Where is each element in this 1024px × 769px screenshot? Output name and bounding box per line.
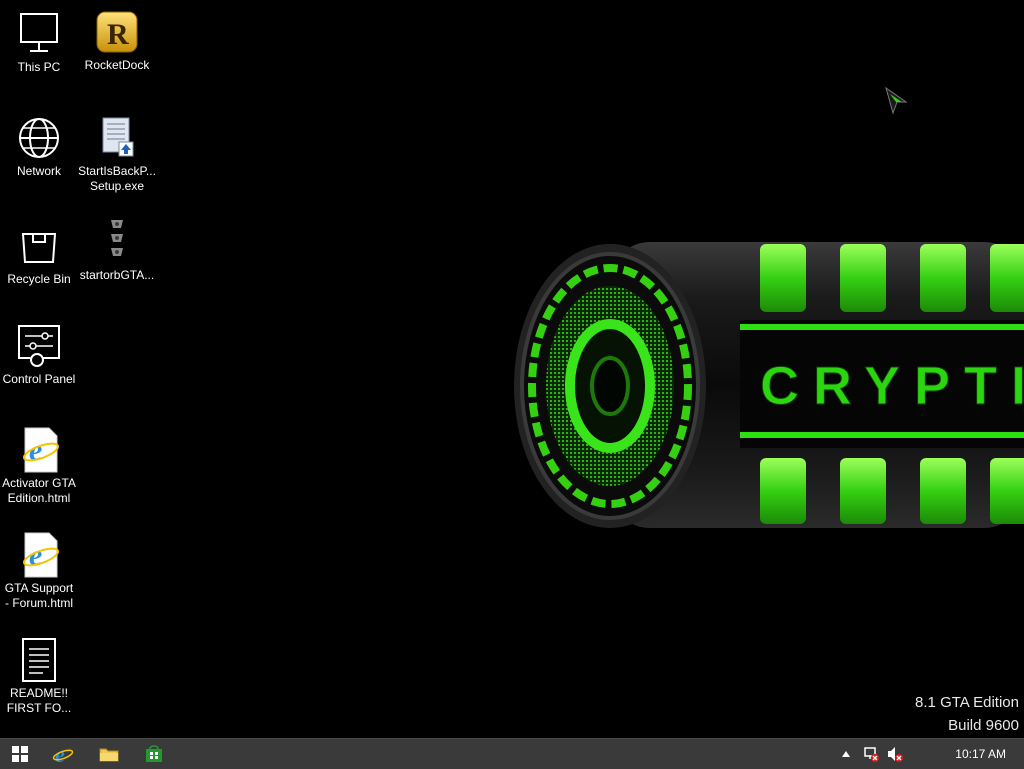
desktop-icon-gta-support-forum[interactable]: e GTA Support - Forum.html <box>0 531 78 611</box>
taskbar-clock[interactable]: 10:17 AM <box>955 739 1006 769</box>
desktop-icon-startisback-setup[interactable]: StartIsBackP... Setup.exe <box>78 114 156 194</box>
edition-watermark: 8.1 GTA Edition Build 9600 <box>915 694 1019 734</box>
desktop-icon-label: Network <box>16 164 61 178</box>
desktop-icon-control-panel[interactable]: Control Panel <box>0 322 78 387</box>
chevron-up-icon <box>842 751 850 757</box>
network-icon <box>15 114 63 162</box>
desktop-icon-network[interactable]: Network <box>0 114 78 179</box>
desktop-icon-label: README!! FIRST FO... <box>6 686 72 715</box>
taskbar-internet-explorer-button[interactable]: e <box>43 739 83 769</box>
build-text: Build 9600 <box>948 717 1019 734</box>
taskbar-file-explorer-button[interactable] <box>89 739 129 769</box>
store-icon <box>146 745 162 762</box>
taskbar: e 10:17 AM <box>0 738 1024 769</box>
edition-text: 8.1 GTA Edition <box>915 694 1019 711</box>
start-button[interactable] <box>0 739 40 769</box>
network-status-button[interactable] <box>860 739 882 769</box>
ie-document-icon: e <box>15 531 63 579</box>
this-pc-icon <box>15 10 63 58</box>
start-orb-icon <box>93 218 141 266</box>
show-hidden-icons-button[interactable] <box>838 739 854 769</box>
wallpaper-cryptic-cylinder: CRYPTIC <box>514 242 1024 528</box>
desktop-icon-rocketdock[interactable]: R RocketDock <box>78 8 156 73</box>
volume-muted-icon <box>888 747 903 762</box>
folder-icon <box>99 748 119 762</box>
network-disconnected-icon <box>864 747 879 762</box>
windows-start-icon <box>12 746 28 762</box>
desktop-icon-label: startorbGTA... <box>79 268 155 282</box>
ie-document-icon: e <box>15 426 63 474</box>
desktop-icon-label: RocketDock <box>84 58 150 72</box>
taskbar-store-button[interactable] <box>134 739 174 769</box>
recycle-bin-icon <box>15 222 63 270</box>
volume-button[interactable] <box>884 739 906 769</box>
desktop-icon-readme[interactable]: README!! FIRST FO... <box>0 636 78 716</box>
desktop-icon-this-pc[interactable]: This PC <box>0 10 78 75</box>
desktop-icon-label: This PC <box>17 60 61 74</box>
wallpaper-brand-text: CRYPTIC <box>760 356 1024 416</box>
desktop-icon-startorb[interactable]: startorbGTA... <box>78 218 156 283</box>
mouse-cursor-icon <box>885 86 908 115</box>
desktop-icon-recycle-bin[interactable]: Recycle Bin <box>0 222 78 287</box>
desktop-icon-label: Recycle Bin <box>7 272 71 286</box>
desktop-icon-label: Activator GTA Edition.html <box>2 476 76 505</box>
text-document-icon <box>15 636 63 684</box>
control-panel-icon <box>15 322 63 370</box>
desktop-icon-activator-gta[interactable]: e Activator GTA Edition.html <box>0 426 78 506</box>
desktop-icon-label: StartIsBackP... Setup.exe <box>78 164 156 193</box>
svg-text:R: R <box>107 18 129 51</box>
desktop-icon-label: GTA Support - Forum.html <box>4 581 74 610</box>
desktop: CRYPTIC This PC Network Recycle Bin Cont… <box>0 0 1024 738</box>
rocketdock-icon: R <box>93 8 141 56</box>
installer-icon <box>93 114 141 162</box>
desktop-icon-label: Control Panel <box>2 372 76 386</box>
internet-explorer-icon: e <box>52 743 74 765</box>
